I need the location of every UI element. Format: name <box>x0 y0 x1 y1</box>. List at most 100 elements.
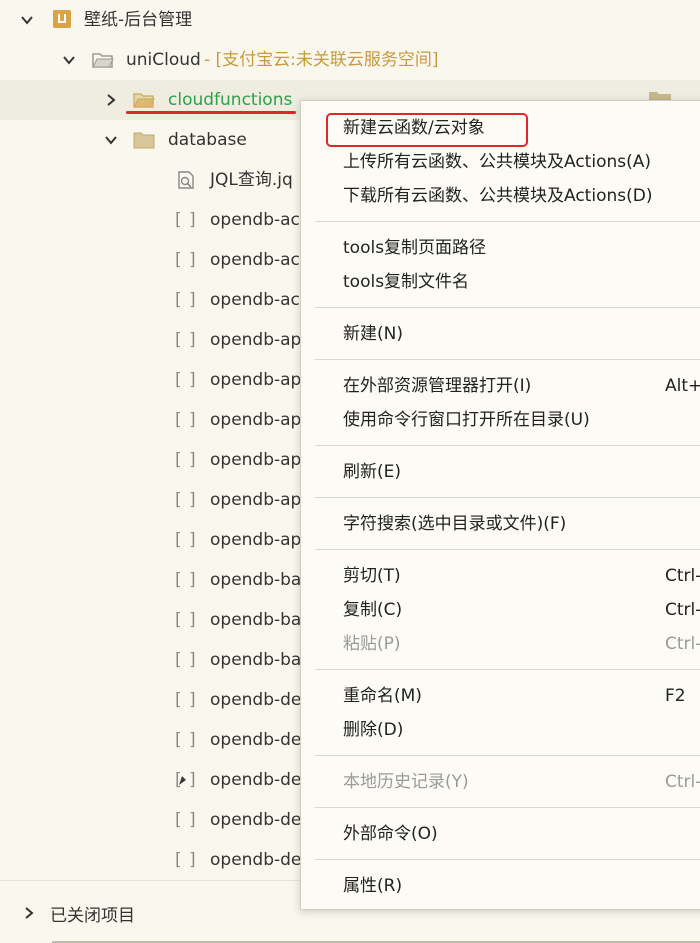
menu-item-copy-page-path[interactable]: tools复制页面路径 <box>301 231 700 265</box>
cloudfunctions-label: cloudfunctions <box>168 90 293 110</box>
json-file-icon: [ ] <box>175 610 197 630</box>
menu-item-refresh[interactable]: 刷新(E) <box>301 455 700 489</box>
menu-separator <box>315 221 700 222</box>
menu-separator <box>315 807 700 808</box>
menu-item-open-terminal[interactable]: 使用命令行窗口打开所在目录(U) <box>301 403 700 437</box>
folder-open-icon <box>92 53 114 68</box>
folder-icon <box>133 132 155 149</box>
json-file-icon: [ ] <box>175 810 197 830</box>
jql-label: JQL查询.jq <box>210 170 293 190</box>
file-label: opendb-ap <box>210 410 302 430</box>
menu-item-label: 粘贴(P) <box>343 634 401 654</box>
menu-item-label: 上传所有云函数、公共模块及Actions(A) <box>343 152 651 172</box>
menu-item-label: 剪切(T) <box>343 566 401 586</box>
menu-item-copy-file-name[interactable]: tools复制文件名 <box>301 265 700 299</box>
file-label: opendb-ap <box>210 450 302 470</box>
menu-item-new-cloud-function[interactable]: 新建云函数/云对象 <box>301 111 700 145</box>
menu-item-shortcut: Alt+ <box>665 376 700 396</box>
json-file-icon: [ ] <box>175 490 197 510</box>
chevron-right-icon[interactable] <box>22 906 36 920</box>
json-file-icon: [ ] <box>175 370 197 390</box>
menu-item-shortcut: Ctrl- <box>665 772 700 792</box>
menu-item-label: 在外部资源管理器打开(I) <box>343 376 532 396</box>
menu-item-rename[interactable]: 重命名(M) F2 <box>301 679 700 713</box>
tree-row-unicloud[interactable]: uniCloud - [支付宝云:未关联云服务空间] <box>0 40 700 80</box>
menu-item-shortcut: Ctrl- <box>665 566 700 586</box>
json-file-icon: [ ] <box>175 650 197 670</box>
menu-item-label: 本地历史记录(Y) <box>343 772 469 792</box>
folder-open-icon <box>133 93 155 108</box>
edited-marker-icon <box>179 776 186 785</box>
menu-item-download-all[interactable]: 下载所有云函数、公共模块及Actions(D) <box>301 179 700 213</box>
menu-item-search[interactable]: 字符搜索(选中目录或文件)(F) <box>301 507 700 541</box>
json-file-icon: [ ] <box>175 330 197 350</box>
chevron-right-icon[interactable] <box>104 93 118 107</box>
unicloud-label: uniCloud <box>126 50 201 70</box>
menu-separator <box>315 859 700 860</box>
menu-item-label: 复制(C) <box>343 600 403 620</box>
file-label: opendb-de <box>210 810 302 830</box>
json-file-icon: [ ] <box>175 250 197 270</box>
menu-separator <box>315 497 700 498</box>
menu-item-local-history[interactable]: 本地历史记录(Y) Ctrl- <box>301 765 700 799</box>
project-icon <box>53 10 71 28</box>
menu-item-label: 下载所有云函数、公共模块及Actions(D) <box>343 186 653 206</box>
menu-item-shortcut: Ctrl- <box>665 634 700 654</box>
chevron-down-icon[interactable] <box>62 53 76 67</box>
chevron-down-icon[interactable] <box>20 13 34 27</box>
menu-separator <box>315 755 700 756</box>
file-label: opendb-de <box>210 770 302 790</box>
file-label: opendb-ac <box>210 250 300 270</box>
menu-separator <box>315 359 700 360</box>
file-label: opendb-de <box>210 730 302 750</box>
menu-item-upload-all[interactable]: 上传所有云函数、公共模块及Actions(A) <box>301 145 700 179</box>
menu-separator <box>315 549 700 550</box>
json-file-icon: [ ] <box>175 210 197 230</box>
jql-file-icon <box>178 171 194 189</box>
json-file-icon: [ ] <box>175 290 197 310</box>
file-label: opendb-ap <box>210 530 302 550</box>
file-label: opendb-ac <box>210 210 300 230</box>
file-label: opendb-ap <box>210 490 302 510</box>
file-label: opendb-ba <box>210 610 302 630</box>
database-label: database <box>168 130 247 150</box>
file-label: opendb-ba <box>210 650 302 670</box>
tree-row-project[interactable]: 壁纸-后台管理 <box>0 0 700 40</box>
menu-item-label: 属性(R) <box>343 876 403 896</box>
file-label: opendb-de <box>210 850 302 870</box>
menu-item-delete[interactable]: 删除(D) <box>301 713 700 747</box>
menu-separator <box>315 307 700 308</box>
menu-separator <box>315 669 700 670</box>
menu-item-label: 外部命令(O) <box>343 824 438 844</box>
menu-item-label: 新建(N) <box>343 324 403 344</box>
json-file-icon: [ ] <box>175 850 197 870</box>
menu-item-paste[interactable]: 粘贴(P) Ctrl- <box>301 627 700 661</box>
file-label: opendb-de <box>210 690 302 710</box>
json-file-icon: [ ] <box>175 530 197 550</box>
menu-item-open-in-explorer[interactable]: 在外部资源管理器打开(I) Alt+ <box>301 369 700 403</box>
annotation-underline <box>126 111 296 114</box>
file-label: opendb-ap <box>210 370 302 390</box>
json-file-icon: [ ] <box>175 410 197 430</box>
menu-item-properties[interactable]: 属性(R) <box>301 869 700 903</box>
project-label: 壁纸-后台管理 <box>84 10 193 30</box>
menu-item-new[interactable]: 新建(N) <box>301 317 700 351</box>
menu-item-copy[interactable]: 复制(C) Ctrl- <box>301 593 700 627</box>
file-label: opendb-ac <box>210 290 300 310</box>
json-file-icon: [ ] <box>175 570 197 590</box>
menu-separator <box>315 445 700 446</box>
json-file-icon: [ ] <box>175 450 197 470</box>
menu-item-label: 字符搜索(选中目录或文件)(F) <box>343 514 567 534</box>
menu-item-cut[interactable]: 剪切(T) Ctrl- <box>301 559 700 593</box>
menu-item-label: 使用命令行窗口打开所在目录(U) <box>343 410 590 430</box>
file-label: opendb-ap <box>210 330 302 350</box>
menu-item-external-command[interactable]: 外部命令(O) <box>301 817 700 851</box>
menu-item-label: 删除(D) <box>343 720 404 740</box>
menu-item-shortcut: Ctrl- <box>665 600 700 620</box>
menu-item-label: 重命名(M) <box>343 686 422 706</box>
file-label: opendb-ba <box>210 570 302 590</box>
unicloud-space-hint: - [支付宝云:未关联云服务空间] <box>204 50 439 70</box>
menu-item-label: 新建云函数/云对象 <box>343 118 485 138</box>
menu-item-shortcut: F2 <box>665 686 686 706</box>
chevron-down-icon[interactable] <box>104 133 118 147</box>
